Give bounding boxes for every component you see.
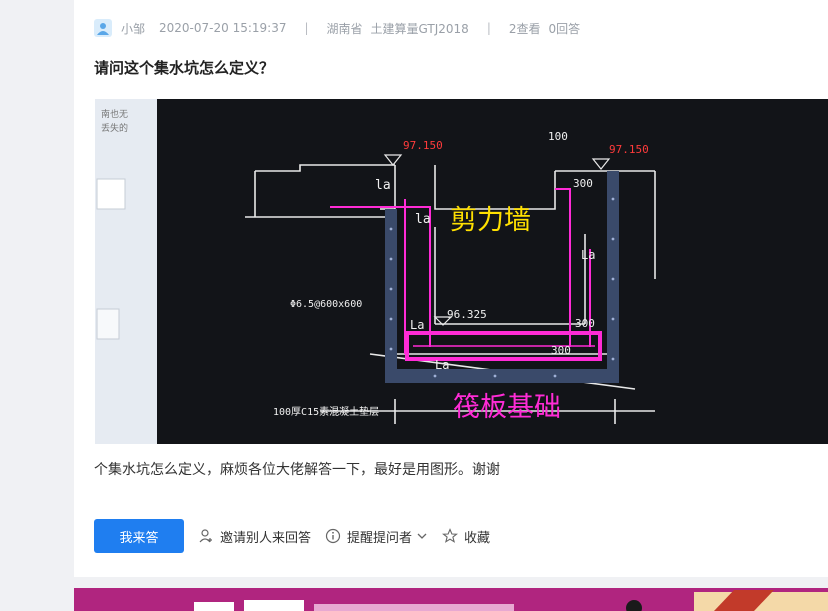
banner-graphic (74, 588, 828, 611)
dimension-label: 100 (548, 130, 568, 143)
user-add-icon (199, 529, 212, 543)
photo-left-note: 丢失的 (101, 122, 128, 134)
anchorage-label: La (435, 358, 449, 372)
post-software-tag[interactable]: 土建算量GTJ2018 (371, 20, 469, 37)
post-region: 湖南省 (326, 21, 363, 36)
dimension-label: 300 (573, 177, 593, 190)
rebar-spec-label: Φ6.5@600x600 (290, 299, 362, 310)
question-image[interactable]: 南也无 丢失的 97.150 97.150 100 300 300 300 96… (95, 99, 828, 444)
raft-foundation-label: 筏板基础 (453, 392, 561, 423)
chevron-down-icon (417, 533, 427, 539)
invite-answer-label: 邀请别人来回答 (220, 530, 312, 546)
author-name[interactable]: 小邹 (121, 20, 145, 37)
monitor-sidebar (95, 99, 157, 444)
elevation-label: 97.150 (403, 139, 443, 152)
dimension-label: 300 (575, 317, 595, 330)
anchorage-label: la (415, 212, 431, 227)
avatar[interactable] (94, 19, 112, 37)
favorite-button[interactable]: 收藏 (442, 527, 490, 546)
meta-divider: | (486, 21, 491, 35)
question-card: 小邹 2020-07-20 15:19:37 | 湖南省 土建算量GTJ2018… (74, 0, 828, 577)
anchorage-label: La (410, 318, 424, 332)
user-avatar-icon (97, 23, 109, 35)
answer-count: 0回答 (548, 21, 581, 36)
photo-left-note: 南也无 (101, 108, 128, 120)
question-description: 个集水坑怎么定义，麻烦各位大佬解答一下，最好是用图形。谢谢 (94, 462, 500, 478)
action-bar: 我来答 邀请别人来回答 提醒提问者 收藏 (94, 519, 490, 553)
star-icon (442, 528, 459, 543)
question-title[interactable]: 请问这个集水坑怎么定义？ (94, 57, 274, 78)
remind-asker-dropdown[interactable]: 提醒提问者 (325, 527, 428, 546)
anchorage-label: la (375, 178, 391, 193)
elevation-label: 97.150 (609, 143, 649, 156)
info-icon (325, 528, 341, 544)
answer-button[interactable]: 我来答 (94, 519, 184, 553)
favorite-label: 收藏 (464, 530, 491, 546)
view-count: 2查看 (508, 21, 541, 36)
meta-divider: | (304, 21, 309, 35)
post-meta: 小邹 2020-07-20 15:19:37 | 湖南省 土建算量GTJ2018… (94, 17, 580, 39)
invite-answer-button[interactable]: 邀请别人来回答 (198, 527, 311, 546)
dimension-label: 300 (551, 344, 571, 357)
post-datetime: 2020-07-20 15:19:37 (159, 21, 287, 35)
remind-asker-label: 提醒提问者 (347, 530, 413, 546)
next-card-banner[interactable] (74, 588, 828, 611)
elevation-label: 96.325 (447, 308, 487, 321)
bedding-label: 100厚C15素混凝土垫层 (273, 405, 379, 418)
cad-drawing-photo: 南也无 丢失的 97.150 97.150 100 300 300 300 96… (95, 99, 828, 444)
anchorage-label: La (581, 248, 595, 262)
shear-wall-label: 剪力墙 (450, 205, 531, 236)
